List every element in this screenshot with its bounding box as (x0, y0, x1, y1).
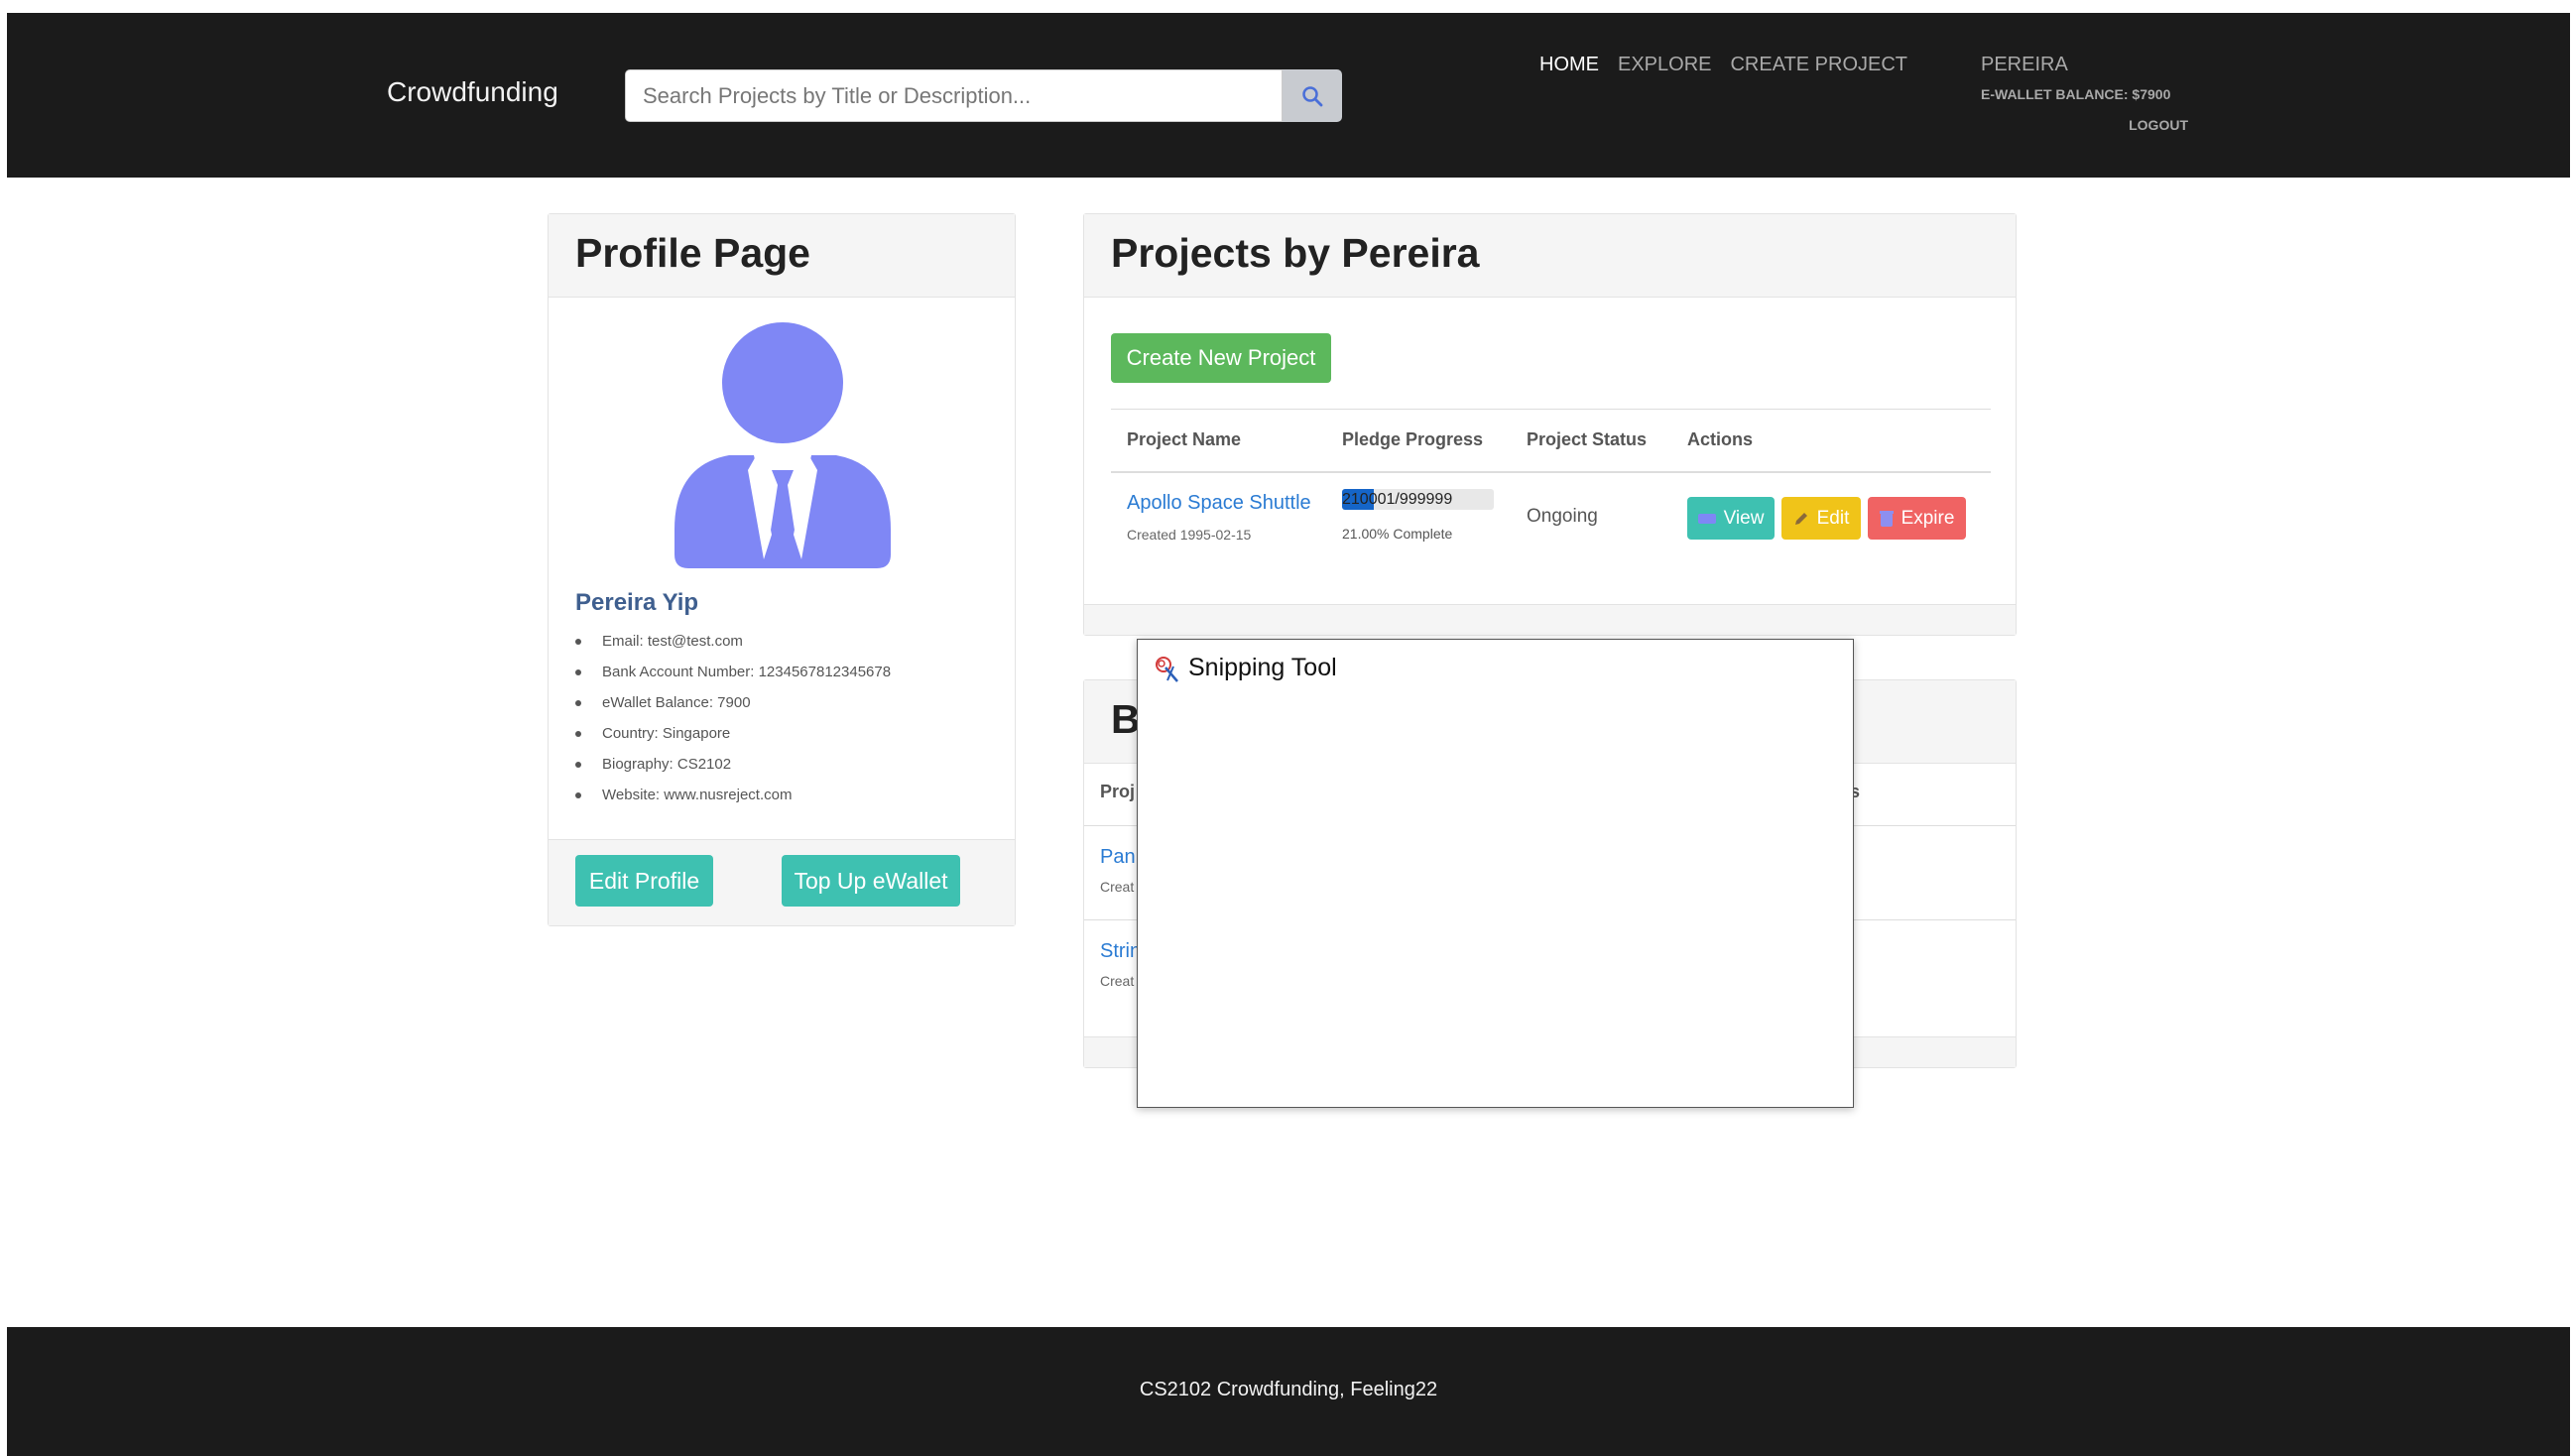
snipping-tool-title: Snipping Tool (1188, 654, 1337, 681)
edit-profile-button[interactable]: Edit Profile (575, 855, 713, 907)
footer: CS2102 Crowdfunding, Feeling22 (7, 1327, 2570, 1456)
detail-biography: Biography: CS2102 (575, 749, 891, 780)
user-name[interactable]: PEREIRA (1981, 54, 2068, 76)
projects-panel: Projects by Pereira Create New Project P… (1083, 213, 2017, 636)
nav-create-project[interactable]: CREATE PROJECT (1730, 54, 1907, 76)
detail-website: Website: www.nusreject.com (575, 780, 891, 810)
footer-text: CS2102 Crowdfunding, Feeling22 (1139, 1379, 1438, 1400)
project-status: Ongoing (1527, 506, 1598, 527)
pencil-icon (1794, 512, 1807, 525)
profile-panel: Profile Page Pereira Yip Email: test@tes… (548, 213, 1016, 926)
expire-label: Expire (1900, 507, 1955, 529)
backed-project-link[interactable]: Strin (1100, 940, 1141, 963)
expire-button[interactable]: Expire (1868, 497, 1966, 540)
pledge-percent-complete: 21.00% Complete (1342, 526, 1453, 542)
scissors-icon (1156, 657, 1178, 682)
snipping-tool-window[interactable]: Snipping Tool (1137, 639, 1854, 1108)
navbar: Crowdfunding HOME EXPLORE CREATE PROJECT P… (7, 13, 2570, 178)
projects-title: Projects by Pereira (1111, 230, 1480, 276)
search-icon (1302, 85, 1323, 106)
nav-home[interactable]: HOME (1539, 54, 1599, 76)
nav-explore[interactable]: EXPLORE (1618, 54, 1711, 76)
backed-header-project: Proj (1100, 782, 1136, 801)
page: Crowdfunding HOME EXPLORE CREATE PROJECT P… (7, 13, 2570, 1456)
projects-panel-header: Projects by Pereira (1084, 214, 2016, 298)
header-actions: Actions (1687, 429, 1754, 449)
detail-country: Country: Singapore (575, 718, 891, 749)
profile-panel-header: Profile Page (549, 214, 1015, 298)
search-bar (625, 69, 1342, 122)
projects-panel-footer (1084, 604, 2016, 635)
profile-details-list: Email: test@test.com Bank Account Number… (575, 626, 891, 810)
header-divider (1111, 471, 1991, 473)
project-created-date: Created 1995-02-15 (1127, 527, 1252, 543)
header-project-status: Project Status (1527, 429, 1648, 449)
profile-title: Profile Page (575, 230, 810, 276)
edit-button[interactable]: Edit (1781, 497, 1861, 540)
search-button[interactable] (1283, 69, 1342, 122)
logout-link[interactable]: LOGOUT (2129, 117, 2188, 133)
profile-panel-footer: Edit Profile Top Up eWallet (549, 839, 1015, 925)
pledge-progress-bar: 210001/999999 (1342, 489, 1494, 510)
backed-project-link[interactable]: Pan (1100, 846, 1136, 869)
view-button[interactable]: View (1687, 497, 1775, 540)
trash-icon (1879, 511, 1894, 527)
header-project-name: Project Name (1127, 429, 1242, 449)
header-pledge-progress: Pledge Progress (1342, 429, 1484, 449)
eye-icon (1697, 513, 1716, 524)
avatar-icon (674, 322, 891, 568)
table-top-border (1111, 409, 1991, 410)
top-up-ewallet-button[interactable]: Top Up eWallet (782, 855, 960, 907)
profile-name: Pereira Yip (575, 589, 699, 616)
pledge-progress-text: 210001/999999 (1342, 491, 1453, 508)
detail-bank-account: Bank Account Number: 1234567812345678 (575, 657, 891, 687)
wallet-balance: E-WALLET BALANCE: $7900 (1981, 86, 2171, 102)
view-label: View (1723, 507, 1765, 529)
detail-ewallet-balance: eWallet Balance: 7900 (575, 687, 891, 718)
search-input[interactable] (625, 69, 1283, 122)
project-link[interactable]: Apollo Space Shuttle (1127, 492, 1311, 515)
detail-email: Email: test@test.com (575, 626, 891, 657)
brand-logo[interactable]: Crowdfunding (387, 76, 558, 108)
backed-project-created: Creat (1100, 879, 1135, 895)
backed-project-created: Creat (1100, 973, 1135, 989)
edit-label: Edit (1816, 507, 1850, 529)
create-new-project-button[interactable]: Create New Project (1111, 333, 1331, 383)
nav-links: HOME EXPLORE CREATE PROJECT (1539, 54, 1926, 76)
